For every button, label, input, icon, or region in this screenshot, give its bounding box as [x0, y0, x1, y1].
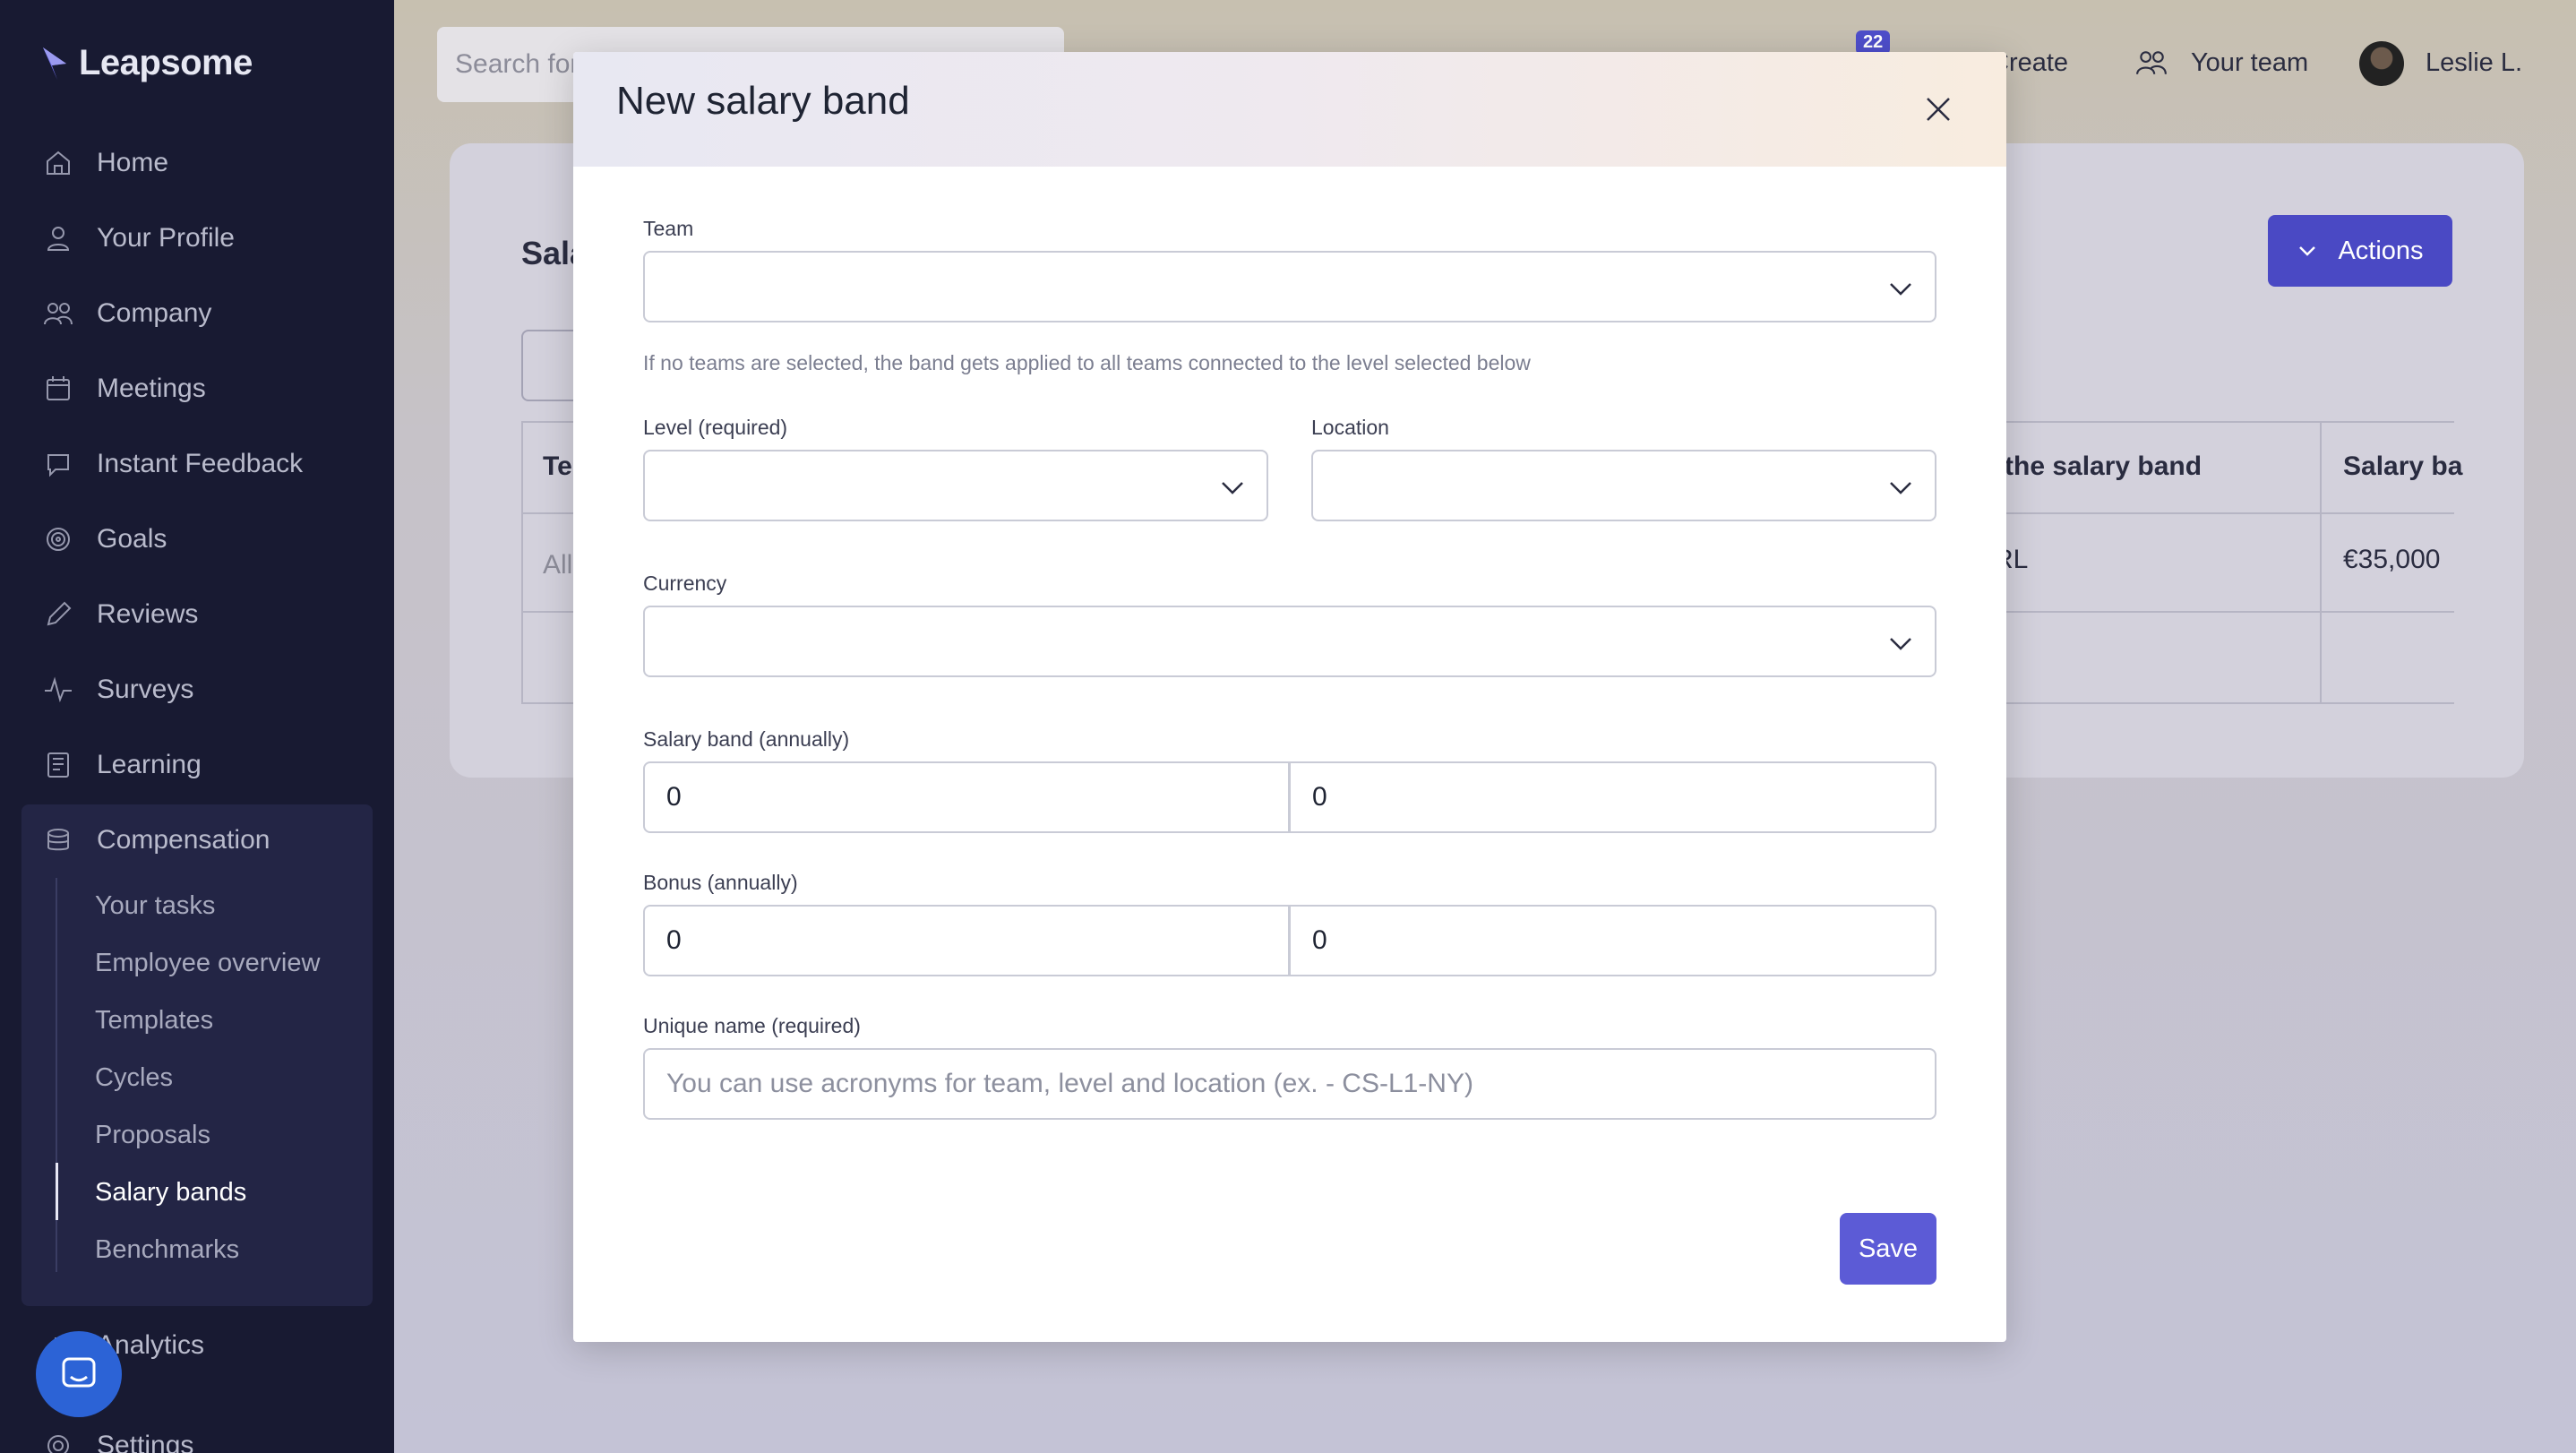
table-cell-team: All — [543, 550, 573, 580]
avatar[interactable] — [2359, 41, 2404, 86]
app-name: Leapsome — [79, 43, 253, 82]
chevron-down-icon — [1222, 482, 1243, 494]
chevron-down-icon — [1890, 283, 1911, 296]
leapsome-logo-icon — [43, 47, 66, 80]
pencil-icon — [47, 601, 72, 626]
unique-name-input[interactable] — [643, 1048, 1936, 1120]
sidebar-subitem-proposals[interactable]: Proposals — [95, 1113, 210, 1157]
calendar-icon — [47, 376, 70, 400]
sidebar-item-meetings[interactable]: Meetings — [43, 362, 206, 416]
sidebar-item-learning[interactable]: Learning — [43, 738, 202, 792]
table-header-band-name[interactable]: the salary band — [2005, 451, 2202, 482]
sidebar-item-label: Company — [97, 298, 212, 328]
support-chat-button[interactable] — [36, 1331, 122, 1417]
chevron-down-icon — [2299, 246, 2316, 256]
location-label: Location — [1311, 416, 1389, 439]
sidebar-subitem-cycles[interactable]: Cycles — [95, 1055, 173, 1100]
sidebar-item-label: Home — [97, 148, 169, 177]
sidebar-item-surveys[interactable]: Surveys — [43, 663, 193, 717]
sidebar: Leapsome Home Your Profile Company Meeti… — [0, 0, 394, 1453]
book-icon — [47, 752, 69, 778]
location-select[interactable] — [1311, 450, 1936, 521]
chat-bubble-icon — [62, 1357, 96, 1388]
team-icon — [2136, 51, 2167, 74]
logo[interactable]: Leapsome — [39, 43, 253, 83]
bonus-max-input[interactable] — [1290, 905, 1936, 976]
sidebar-item-home[interactable]: Home — [43, 136, 168, 190]
bonus-label: Bonus (annually) — [643, 871, 798, 894]
team-hint: If no teams are selected, the band gets … — [643, 351, 1531, 374]
bonus-min-input[interactable] — [643, 905, 1290, 976]
chat-icon — [47, 454, 69, 477]
your-team-label: Your team — [2191, 47, 2309, 77]
level-label: Level (required) — [643, 416, 788, 439]
team-select[interactable] — [643, 251, 1936, 322]
actions-label: Actions — [2338, 236, 2424, 265]
actions-button[interactable]: Actions — [2268, 215, 2452, 287]
team-label: Team — [643, 217, 694, 240]
save-label: Save — [1858, 1234, 1919, 1263]
salary-band-label: Salary band (annually) — [643, 727, 850, 751]
sidebar-subitem-employee-overview[interactable]: Employee overview — [95, 941, 320, 985]
salary-band-max-input[interactable] — [1290, 761, 1936, 833]
new-salary-band-modal: New salary band Team If no teams are sel… — [573, 52, 2006, 1342]
salary-band-min-input[interactable] — [643, 761, 1290, 833]
pulse-icon — [45, 676, 72, 703]
save-button[interactable]: Save — [1840, 1213, 1936, 1285]
sidebar-item-label: Your Profile — [97, 223, 235, 253]
sidebar-item-instant-feedback[interactable]: Instant Feedback — [43, 437, 303, 491]
sidebar-item-company[interactable]: Company — [43, 287, 211, 340]
sidebar-item-label: Surveys — [97, 675, 194, 704]
sidebar-item-label: Instant Feedback — [97, 449, 304, 478]
active-indicator — [56, 1163, 58, 1220]
close-icon — [1927, 98, 1950, 121]
table-cell-salary: €35,000 — [2343, 545, 2441, 574]
sidebar-subitem-templates[interactable]: Templates — [95, 998, 213, 1043]
users-icon — [44, 303, 73, 325]
user-menu[interactable]: Leslie L. — [2426, 36, 2522, 90]
sidebar-item-settings[interactable]: Settings — [43, 1419, 193, 1453]
sidebar-item-compensation[interactable]: Compensation — [43, 813, 270, 867]
user-icon — [47, 227, 70, 251]
sidebar-item-goals[interactable]: Goals — [43, 512, 167, 566]
sidebar-item-label: Compensation — [97, 825, 270, 855]
currency-label: Currency — [643, 572, 727, 595]
coins-icon — [47, 829, 69, 851]
sidebar-subitem-salary-bands[interactable]: Salary bands — [95, 1170, 246, 1215]
notification-badge[interactable]: 22 — [1856, 30, 1891, 55]
chevron-down-icon — [1890, 638, 1911, 650]
unique-name-label: Unique name (required) — [643, 1014, 861, 1037]
table-column-divider — [2320, 421, 2322, 704]
table-header-team[interactable]: Te — [543, 451, 572, 482]
sidebar-item-label: Reviews — [97, 599, 199, 629]
sidebar-item-reviews[interactable]: Reviews — [43, 588, 198, 641]
currency-select[interactable] — [643, 606, 1936, 677]
sidebar-item-label: Learning — [97, 750, 202, 779]
user-name: Leslie L. — [2426, 47, 2523, 77]
sidebar-item-your-profile[interactable]: Your Profile — [43, 211, 235, 265]
sidebar-subitem-your-tasks[interactable]: Your tasks — [95, 883, 215, 928]
target-icon — [47, 528, 70, 551]
chevron-down-icon — [1890, 482, 1911, 494]
your-team-button[interactable]: Your team — [2135, 36, 2308, 90]
sidebar-item-label: Meetings — [97, 374, 206, 403]
modal-title: New salary band — [616, 79, 910, 123]
gear-icon — [47, 1435, 69, 1453]
close-button[interactable] — [1917, 88, 1960, 131]
home-icon — [47, 150, 70, 175]
level-select[interactable] — [643, 450, 1268, 521]
sidebar-item-label: Settings — [97, 1431, 194, 1453]
sidebar-subitem-benchmarks[interactable]: Benchmarks — [95, 1227, 239, 1272]
sidebar-item-label: Goals — [97, 524, 167, 554]
table-header-salary-band[interactable]: Salary ba — [2343, 451, 2462, 482]
